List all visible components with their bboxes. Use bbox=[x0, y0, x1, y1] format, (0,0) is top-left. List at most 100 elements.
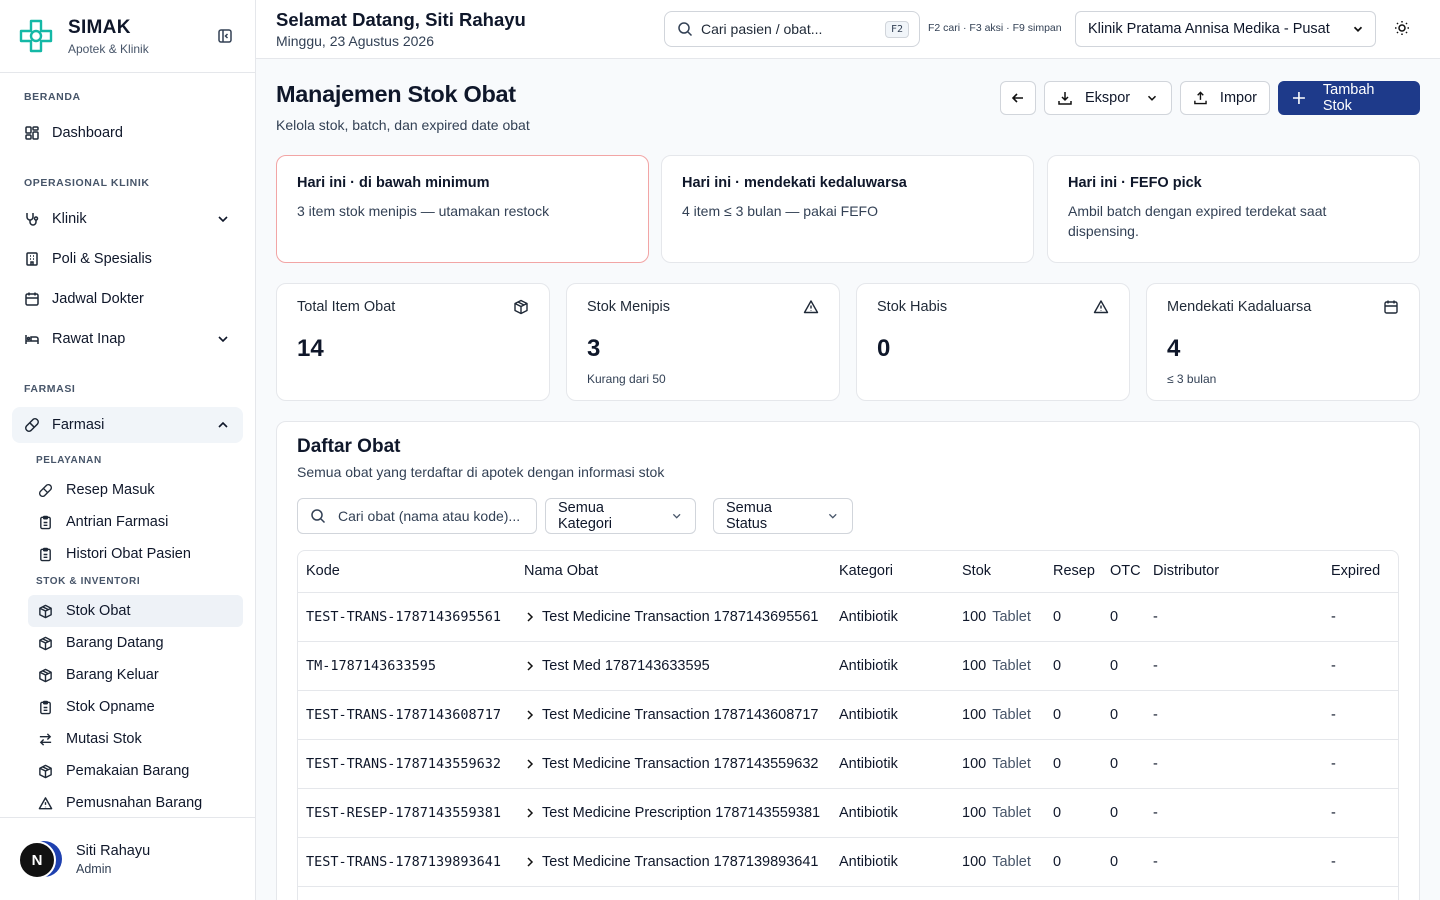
sidebar-item-resep-masuk[interactable]: Resep Masuk bbox=[28, 474, 243, 506]
cell-code: TEST-RESEP-1787143559381 bbox=[298, 788, 516, 838]
stat-label: Total Item Obat bbox=[297, 299, 396, 315]
sidebar-item-dashboard[interactable]: Dashboard bbox=[12, 115, 243, 151]
medicine-name: Test Medicine Transaction 1787143695561 bbox=[542, 608, 819, 625]
category-filter-value: Semua Kategori bbox=[558, 500, 613, 532]
search-shortcut-badge: F2 bbox=[884, 20, 909, 38]
sidebar-item-pemusnahan-barang[interactable]: Pemusnahan Barang bbox=[28, 787, 243, 819]
cell-name[interactable]: Test Med 1787143633595 bbox=[516, 641, 831, 691]
sidebar-item-label: Resep Masuk bbox=[66, 482, 155, 498]
status-filter-select[interactable]: Semua Status bbox=[713, 498, 853, 534]
stat-card-total-items: Total Item Obat 14 bbox=[276, 283, 550, 401]
cell-name[interactable]: Test Medicine Transaction 1787143559632 bbox=[516, 739, 831, 789]
medicine-name: Test Medicine Transaction 1787143559632 bbox=[542, 755, 819, 772]
chevron-right-icon[interactable] bbox=[524, 660, 536, 672]
cell-name[interactable]: Test Medicine Transaction 1787143608717 bbox=[516, 690, 831, 740]
column-header[interactable]: Resep bbox=[1045, 551, 1102, 593]
chevron-right-icon[interactable] bbox=[524, 709, 536, 721]
status-filter-value: Semua Status bbox=[726, 500, 772, 532]
cell-category: Antibiotik bbox=[831, 837, 954, 887]
sidebar-item-jadwal[interactable]: Jadwal Dokter bbox=[12, 281, 243, 317]
section-pelayanan: PELAYANAN bbox=[36, 455, 102, 466]
add-stock-button[interactable]: Tambah Stok bbox=[1278, 81, 1420, 115]
cell-distributor: - bbox=[1145, 788, 1323, 838]
cell-code: TEST-TRANS-1787143559632 bbox=[298, 739, 516, 789]
alert-card-low-stock: Hari ini · di bawah minimum 3 item stok … bbox=[276, 155, 649, 263]
chevron-down-icon bbox=[1147, 95, 1157, 101]
sidebar: SIMAK Apotek & Klinik BERANDA Dashboard … bbox=[0, 0, 256, 900]
back-button[interactable] bbox=[1000, 81, 1036, 115]
table-row[interactable]: TM-1787143633595 Test Med 1787143633595 … bbox=[298, 641, 1398, 691]
chevron-right-icon[interactable] bbox=[524, 758, 536, 770]
column-header[interactable]: Kategori bbox=[831, 551, 954, 593]
sidebar-item-poli[interactable]: Poli & Spesialis bbox=[12, 241, 243, 277]
medicine-search-input[interactable]: Cari obat (nama atau kode)... bbox=[297, 498, 537, 534]
chevron-right-icon[interactable] bbox=[524, 807, 536, 819]
sidebar-item-stok-obat[interactable]: Stok Obat bbox=[28, 595, 243, 627]
user-profile[interactable]: N Siti Rahayu Admin bbox=[0, 817, 255, 900]
cell-name[interactable]: Test Medicine Transaction 1787143695561 bbox=[516, 592, 831, 642]
topbar: Selamat Datang, Siti Rahayu Minggu, 23 A… bbox=[256, 0, 1440, 59]
column-header[interactable]: OTC bbox=[1102, 551, 1145, 593]
chevron-down-icon bbox=[218, 336, 228, 343]
list-subtitle: Semua obat yang terdaftar di apotek deng… bbox=[297, 464, 665, 480]
sidebar-item-pemakaian-barang[interactable]: Pemakaian Barang bbox=[28, 755, 243, 787]
column-header[interactable]: Nama Obat bbox=[516, 551, 831, 593]
sidebar-item-barang-keluar[interactable]: Barang Keluar bbox=[28, 659, 243, 691]
sidebar-item-rawat-inap[interactable]: Rawat Inap bbox=[12, 321, 243, 357]
column-header[interactable]: Stok bbox=[954, 551, 1045, 593]
stock-value: 100 bbox=[962, 804, 987, 821]
sidebar-item-antrian-farmasi[interactable]: Antrian Farmasi bbox=[28, 506, 243, 538]
cell-name[interactable]: Test Medicine Prescription 1787143559381 bbox=[516, 788, 831, 838]
export-button[interactable]: Ekspor bbox=[1044, 81, 1172, 115]
stock-value: 100 bbox=[962, 657, 987, 674]
sidebar-item-farmasi[interactable]: Farmasi bbox=[12, 407, 243, 443]
table-row[interactable]: TEST-TRANS-1787143608717 Test Medicine T… bbox=[298, 690, 1398, 740]
sidebar-item-mutasi-stok[interactable]: Mutasi Stok bbox=[28, 723, 243, 755]
alert-card-fefo: Hari ini · FEFO pick Ambil batch dengan … bbox=[1047, 155, 1420, 263]
medicine-name: Test Medicine Transaction 1787139893641 bbox=[542, 853, 819, 870]
user-role: Admin bbox=[76, 861, 112, 876]
package-icon bbox=[39, 604, 52, 618]
cell-distributor: - bbox=[1145, 837, 1323, 887]
stat-card-expiring: Mendekati Kadaluarsa 4 ≤ 3 bulan bbox=[1146, 283, 1420, 401]
medicine-name: Test Medicine Prescription 1787143559381 bbox=[542, 804, 821, 821]
stat-value: 0 bbox=[877, 335, 891, 362]
sidebar-item-label: Stok Opname bbox=[66, 699, 155, 715]
alert-title: Hari ini · FEFO pick bbox=[1068, 175, 1202, 191]
sidebar-item-stok-opname[interactable]: Stok Opname bbox=[28, 691, 243, 723]
column-header[interactable]: Distributor bbox=[1145, 551, 1323, 593]
column-header[interactable]: Kode bbox=[298, 551, 516, 593]
clipboard-icon bbox=[40, 515, 51, 529]
import-button[interactable]: Impor bbox=[1180, 81, 1270, 115]
cell-code: TEST-TRANS-1787143608717 bbox=[298, 690, 516, 740]
clinic-select-value: Klinik Pratama Annisa Medika - Pusat bbox=[1088, 21, 1330, 37]
sidebar-item-label: Barang Keluar bbox=[66, 667, 159, 683]
table-row[interactable]: TEST-TRANS-1787139893641 Test Medicine T… bbox=[298, 837, 1398, 887]
theme-toggle-button[interactable] bbox=[1392, 18, 1412, 38]
clinic-select[interactable]: Klinik Pratama Annisa Medika - Pusat bbox=[1075, 11, 1376, 47]
clipboard-icon bbox=[40, 700, 51, 714]
sidebar-item-klinik[interactable]: Klinik bbox=[12, 201, 243, 237]
chevron-down-icon bbox=[829, 513, 838, 519]
cell-resep: 0 bbox=[1045, 641, 1102, 691]
chevron-right-icon[interactable] bbox=[524, 611, 536, 623]
global-search-input[interactable]: Cari pasien / obat... F2 bbox=[664, 11, 920, 47]
sidebar-collapse-button[interactable] bbox=[213, 24, 237, 48]
table-row[interactable]: TEST-TRANS-1787143695561 Test Medicine T… bbox=[298, 592, 1398, 642]
column-header[interactable]: Expired bbox=[1323, 551, 1398, 593]
cell-stock: 100 Tablet bbox=[954, 739, 1045, 789]
sidebar-item-label: Pemakaian Barang bbox=[66, 763, 190, 779]
chevron-right-icon[interactable] bbox=[524, 856, 536, 868]
category-filter-select[interactable]: Semua Kategori bbox=[545, 498, 696, 534]
chevron-up-icon bbox=[218, 421, 228, 428]
table-row[interactable]: TEST-TRANS-1787143559632 Test Medicine T… bbox=[298, 739, 1398, 789]
alert-title: Hari ini · mendekati kedaluwarsa bbox=[682, 175, 907, 191]
cell-name[interactable]: Test Medicine Transaction 1787139893641 bbox=[516, 837, 831, 887]
sidebar-item-barang-datang[interactable]: Barang Datang bbox=[28, 627, 243, 659]
cell-resep: 0 bbox=[1045, 837, 1102, 887]
table-row[interactable]: TEST-RESEP-1787143559381 Test Medicine P… bbox=[298, 788, 1398, 838]
sidebar-item-label: Poli & Spesialis bbox=[52, 251, 152, 267]
sidebar-item-histori-obat[interactable]: Histori Obat Pasien bbox=[28, 538, 243, 570]
table-row[interactable] bbox=[298, 886, 1398, 900]
stat-card-low-stock: Stok Menipis 3 Kurang dari 50 bbox=[566, 283, 840, 401]
